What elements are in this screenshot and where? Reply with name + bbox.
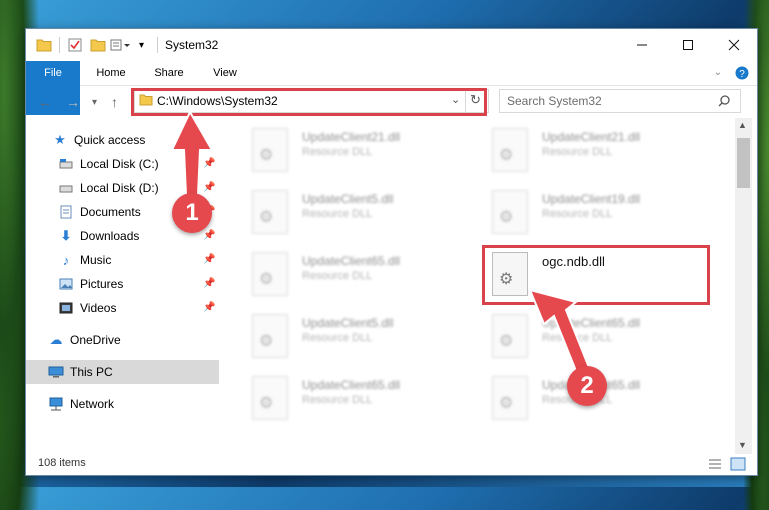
arrow-up-left-icon (528, 288, 592, 378)
arrow-up-icon (170, 109, 214, 196)
step-badge-1: 1 (172, 193, 212, 233)
step-badge-2: 2 (567, 366, 607, 406)
annotation-arrows (170, 109, 592, 378)
